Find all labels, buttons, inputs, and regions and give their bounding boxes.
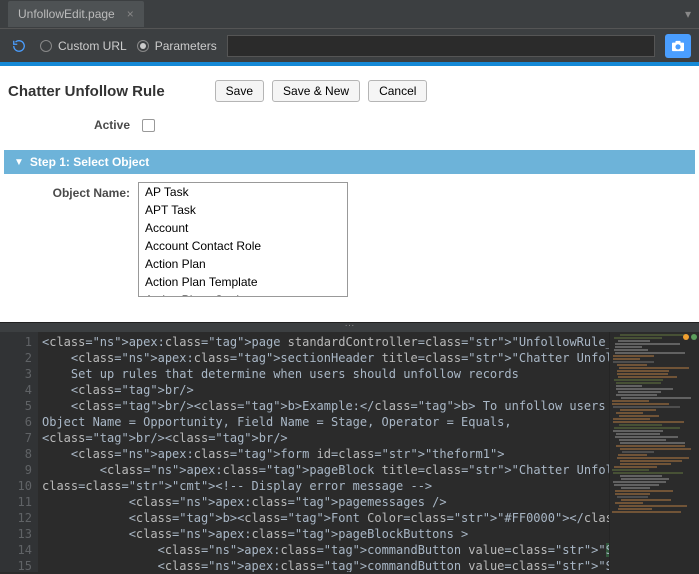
parameters-label: Parameters — [155, 39, 217, 53]
button-group: Save Save & New Cancel — [215, 80, 428, 102]
tab-label: UnfollowEdit.page — [18, 7, 115, 21]
page-title: Chatter Unfollow Rule — [8, 83, 165, 100]
file-tab[interactable]: UnfollowEdit.page × — [8, 1, 144, 27]
screenshot-icon[interactable] — [665, 34, 691, 58]
refresh-icon[interactable] — [8, 35, 30, 57]
section-title: Step 1: Select Object — [30, 155, 149, 169]
chevron-down-icon: ▼ — [14, 157, 24, 168]
git-status-icon — [683, 334, 697, 340]
save-button[interactable]: Save — [215, 80, 264, 102]
object-name-listbox[interactable]: AP TaskAPT TaskAccountAccount Contact Ro… — [138, 182, 348, 297]
list-item[interactable]: Account Contact Role — [139, 237, 347, 255]
page-header: Chatter Unfollow Rule Save Save & New Ca… — [0, 66, 699, 112]
tab-bar: UnfollowEdit.page × ▾ — [0, 0, 699, 28]
list-item[interactable]: Account — [139, 219, 347, 237]
preview-toolbar: Custom URL Parameters — [0, 28, 699, 62]
code-content[interactable]: <class="ns">apex:class="tag">page standa… — [38, 332, 609, 572]
parameters-input[interactable] — [227, 35, 655, 57]
radio-icon — [137, 40, 149, 52]
splitter-handle[interactable] — [0, 322, 699, 332]
minimap[interactable] — [609, 332, 699, 572]
list-item[interactable]: Action Plans Settings — [139, 291, 347, 297]
list-item[interactable]: Action Plan Template — [139, 273, 347, 291]
page-preview: Chatter Unfollow Rule Save Save & New Ca… — [0, 62, 699, 322]
list-item[interactable]: APT Task — [139, 201, 347, 219]
parameters-radio[interactable]: Parameters — [137, 39, 217, 53]
object-name-label: Object Name: — [10, 182, 130, 200]
radio-icon — [40, 40, 52, 52]
save-new-button[interactable]: Save & New — [272, 80, 360, 102]
cancel-button[interactable]: Cancel — [368, 80, 427, 102]
active-checkbox[interactable] — [142, 119, 155, 132]
list-item[interactable]: Action Plan — [139, 255, 347, 273]
active-row: Active — [0, 112, 699, 138]
active-label: Active — [10, 118, 130, 132]
close-icon[interactable]: × — [127, 7, 134, 21]
custom-url-radio[interactable]: Custom URL — [40, 39, 127, 53]
line-gutter: 123456789101112131415 — [0, 332, 38, 572]
object-name-row: Object Name: AP TaskAPT TaskAccountAccou… — [0, 174, 699, 305]
code-editor[interactable]: 123456789101112131415 <class="ns">apex:c… — [0, 332, 699, 572]
custom-url-label: Custom URL — [58, 39, 127, 53]
list-item[interactable]: AP Task — [139, 183, 347, 201]
tab-menu-icon[interactable]: ▾ — [685, 7, 691, 21]
section-header[interactable]: ▼ Step 1: Select Object — [4, 150, 695, 174]
